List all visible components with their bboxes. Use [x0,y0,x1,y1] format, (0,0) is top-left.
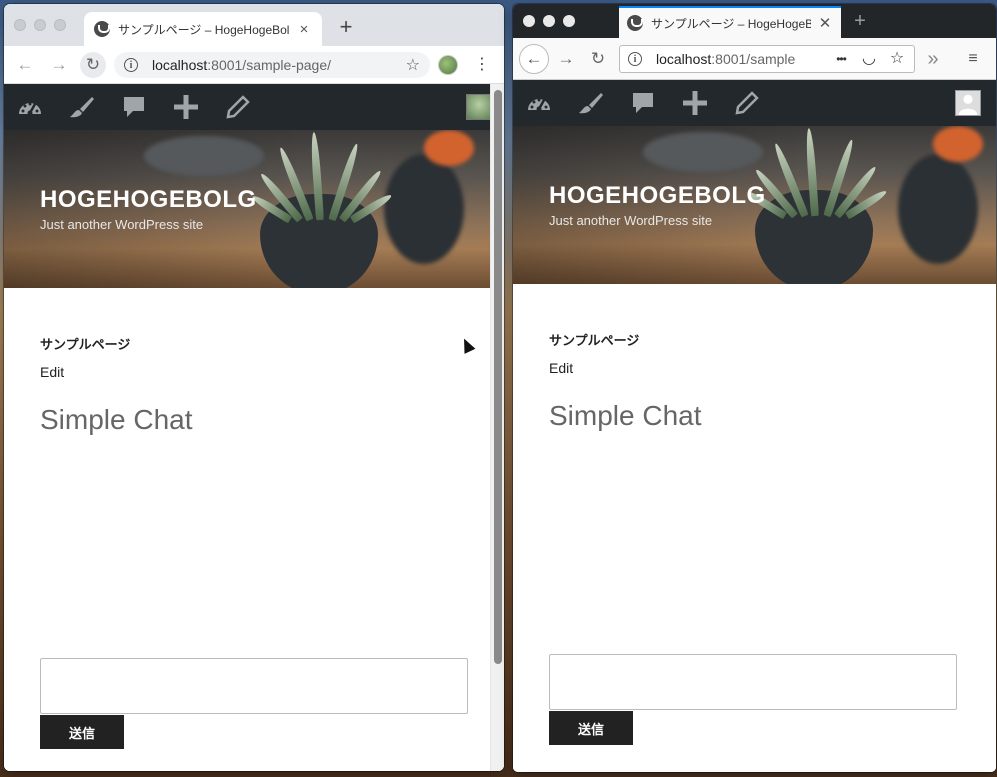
forward-button[interactable]: → [48,55,70,75]
page-title: サンプルページ [549,333,640,348]
background-blur-shape [144,136,264,176]
send-button[interactable]: 送信 [40,715,124,749]
firefox-window: サンプルページ – HogeHogeBolg ✕ + ← → ↻ i local… [513,4,996,772]
overflow-menu-icon[interactable]: » [923,49,943,69]
page-content: サンプルページ Edit Simple Chat 送信 [513,284,996,772]
url-path: :8001/sample-page/ [207,57,332,73]
page-actions-icon[interactable]: ••• [831,49,851,69]
background-orange-shape [933,126,983,162]
new-tab-button[interactable]: + [849,10,871,33]
tab-strip: サンプルページ – HogeHogeBolg ✕ + [513,4,996,38]
background-orange-shape [424,130,474,166]
pocket-icon[interactable]: ◡ [859,49,879,69]
firefox-menu-icon[interactable]: ≡ [963,49,983,69]
extension-avatar-icon[interactable] [438,55,458,75]
chrome-window: サンプルページ – HogeHogeBolg × + ← → ↻ i local… [4,4,504,771]
edit-pencil-icon[interactable] [224,95,252,119]
background-pot-shape [898,154,978,264]
wp-admin-bar [513,80,996,126]
reload-button[interactable]: ↻ [587,49,609,69]
bookmark-star-icon[interactable]: ☆ [887,49,907,69]
reload-button[interactable]: ↻ [80,52,106,78]
site-tagline: Just another WordPress site [40,217,204,232]
edit-link[interactable]: Edit [40,364,64,380]
tab-sample-page[interactable]: サンプルページ – HogeHogeBolg ✕ [619,6,841,38]
background-pot-shape [384,154,464,264]
comments-icon[interactable] [629,91,657,115]
comments-icon[interactable] [120,95,148,119]
customize-brush-icon[interactable] [577,91,605,115]
page-viewport: HOGEHOGEBOLG Just another WordPress site… [513,80,996,772]
url-path: :8001/sample [711,51,796,67]
new-content-icon[interactable] [172,95,200,119]
tab-close-icon[interactable]: × [296,21,312,38]
minimize-window-button[interactable] [34,19,46,31]
send-button[interactable]: 送信 [549,711,633,745]
tab-title: サンプルページ – HogeHogeBolg [118,22,290,37]
dashboard-icon[interactable] [16,95,44,119]
back-button[interactable]: ← [14,55,36,75]
site-title[interactable]: HOGEHOGEBOLG [549,182,766,210]
site-tagline: Just another WordPress site [549,213,713,228]
tab-strip: サンプルページ – HogeHogeBolg × + [4,4,504,46]
customize-brush-icon[interactable] [68,95,96,119]
minimize-window-button[interactable] [543,15,555,27]
forward-button[interactable]: → [555,49,577,69]
bookmark-star-icon[interactable]: ☆ [406,55,420,75]
wordpress-favicon-icon [627,15,643,31]
tab-title: サンプルページ – HogeHogeBolg [651,16,811,31]
browser-toolbar: ← → ↻ i localhost:8001/sample ••• ◡ ☆ » … [513,38,996,80]
site-header: HOGEHOGEBOLG Just another WordPress site [513,126,996,284]
wordpress-favicon-icon [94,21,110,37]
plant-leaves [250,130,394,224]
page-viewport: HOGEHOGEBOLG Just another WordPress site… [4,84,504,771]
chat-message-input[interactable] [549,654,957,710]
new-content-icon[interactable] [681,91,709,115]
zoom-window-button[interactable] [563,15,575,27]
chat-heading: Simple Chat [40,404,193,435]
window-controls [523,15,575,27]
chrome-menu-icon[interactable]: ⋮ [474,55,490,75]
site-title[interactable]: HOGEHOGEBOLG [40,186,257,214]
chat-message-input[interactable] [40,658,468,714]
tab-sample-page[interactable]: サンプルページ – HogeHogeBolg × [84,12,322,46]
plant-leaves [745,126,889,220]
tab-close-icon[interactable]: ✕ [817,14,833,32]
scrollbar[interactable] [490,84,504,771]
edit-link[interactable]: Edit [549,360,573,376]
window-controls [14,19,66,31]
dashboard-icon[interactable] [525,91,553,115]
site-info-icon[interactable]: i [628,52,642,66]
edit-pencil-icon[interactable] [733,91,761,115]
wp-admin-bar [4,84,504,130]
url-host: localhost [656,51,712,67]
address-bar[interactable]: i localhost:8001/sample-page/ ☆ [114,52,430,78]
page-title: サンプルページ [40,337,131,352]
close-window-button[interactable] [14,19,26,31]
zoom-window-button[interactable] [54,19,66,31]
close-window-button[interactable] [523,15,535,27]
back-button[interactable]: ← [519,44,549,74]
browser-toolbar: ← → ↻ i localhost:8001/sample-page/ ☆ ⋮ [4,46,504,84]
site-header: HOGEHOGEBOLG Just another WordPress site [4,130,504,288]
scrollbar-thumb[interactable] [494,90,502,664]
url-host: localhost [152,57,208,73]
chat-heading: Simple Chat [549,400,702,431]
background-blur-shape [643,132,763,172]
new-tab-button[interactable]: + [334,14,358,40]
user-avatar[interactable] [955,90,981,116]
site-info-icon[interactable]: i [124,58,138,72]
user-avatar[interactable] [466,94,492,120]
page-content: サンプルページ Edit Simple Chat 送信 [4,288,504,771]
